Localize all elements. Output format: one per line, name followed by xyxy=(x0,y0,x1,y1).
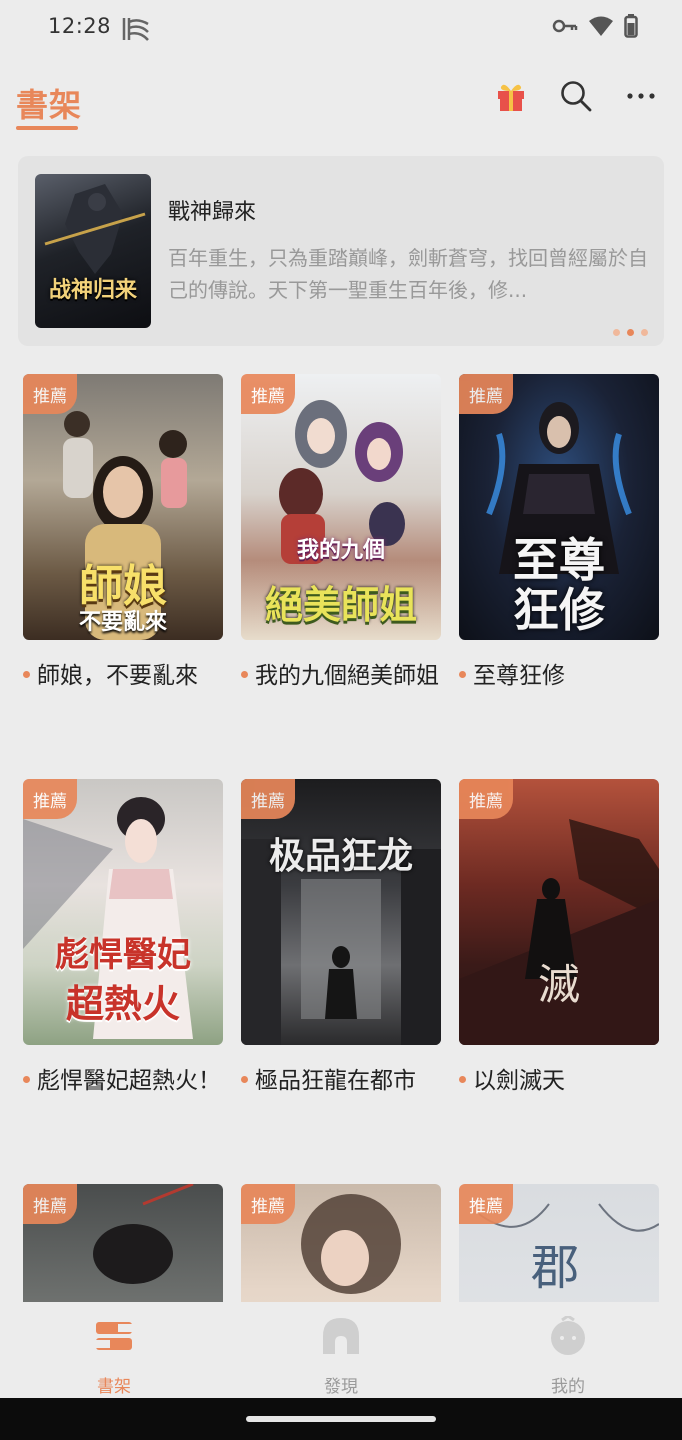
bookshelf-icon xyxy=(96,1322,132,1350)
more-button[interactable] xyxy=(619,74,663,118)
recommend-badge: 推薦 xyxy=(23,1184,77,1224)
nav-bookshelf[interactable]: 書架 xyxy=(64,1316,164,1397)
nav-profile[interactable]: 我的 xyxy=(518,1314,618,1397)
search-icon xyxy=(561,81,592,112)
recommend-badge: 推薦 xyxy=(459,1184,513,1224)
recommend-badge: 推薦 xyxy=(23,779,77,819)
book-title: 彪悍醫妃超熱火！ xyxy=(23,1063,223,1099)
bottom-nav: 書架 發現 我的 xyxy=(0,1302,682,1398)
book-cover[interactable]: 滅 推薦 xyxy=(459,779,659,1045)
book-cover[interactable]: 郡 推薦 xyxy=(459,1184,659,1302)
book-card[interactable]: 推薦 xyxy=(241,1184,441,1302)
book-grid: 推薦 師娘 不要亂來 師娘，不要亂來 推薦 我的九個 絕美師姐 我的九個絕美師姐 xyxy=(0,372,682,1302)
recommend-badge: 推薦 xyxy=(241,779,295,819)
cover-subtitle: 不要亂來 xyxy=(78,609,167,635)
pager-dot xyxy=(641,329,648,336)
book-card[interactable]: 郡 推薦 xyxy=(459,1184,659,1302)
book-title: 至尊狂修 xyxy=(459,658,659,694)
pager-dot xyxy=(613,329,620,336)
book-card[interactable]: 推薦 xyxy=(23,1184,223,1302)
nav-discover[interactable]: 發現 xyxy=(291,1316,391,1397)
book-card[interactable]: 推薦 師娘 不要亂來 師娘，不要亂來 xyxy=(23,374,223,694)
book-cover[interactable]: 推薦 師娘 不要亂來 xyxy=(23,374,223,640)
featured-banner[interactable]: 战神归来 戰神歸來 百年重生，只為重踏巔峰，劍斬蒼穹，找回曾經屬於自己的傳說。天… xyxy=(18,156,664,346)
status-icons xyxy=(552,14,638,38)
recommend-badge: 推薦 xyxy=(241,1184,295,1224)
book-card[interactable]: 推薦 我的九個 絕美師姐 我的九個絕美師姐 xyxy=(241,374,441,694)
cover-title: 极品狂龙 xyxy=(268,835,413,877)
book-title: 我的九個絕美師姐 xyxy=(241,658,441,694)
svg-text:滅: 滅 xyxy=(538,960,580,1009)
tab-bookshelf[interactable]: 書架 xyxy=(16,80,82,126)
tab-indicator xyxy=(16,126,78,130)
pager-dot xyxy=(627,329,634,336)
recommend-badge: 推薦 xyxy=(459,374,513,414)
svg-text:郡: 郡 xyxy=(531,1240,579,1296)
book-cover[interactable]: 推薦 彪悍醫妃 超熱火 xyxy=(23,779,223,1045)
home-gesture-handle[interactable] xyxy=(246,1416,436,1422)
book-cover[interactable]: 推薦 我的九個 絕美師姐 xyxy=(241,374,441,640)
banner-cover-title: 战神归来 xyxy=(48,277,137,303)
book-title: 極品狂龍在都市 xyxy=(241,1063,441,1099)
wifi-icon xyxy=(589,16,613,36)
vpn-key-icon xyxy=(552,19,578,33)
recommend-badge: 推薦 xyxy=(459,779,513,819)
cover-subtitle: 我的九個 xyxy=(296,537,385,563)
book-card[interactable]: 推薦 至尊 狂修 至尊狂修 xyxy=(459,374,659,694)
book-card[interactable]: 滅 推薦 以劍滅天 xyxy=(459,779,659,1099)
cover-title: 絕美師姐 xyxy=(264,582,417,627)
book-cover[interactable]: 推薦 极品狂龙 xyxy=(241,779,441,1045)
nav-label: 我的 xyxy=(551,1377,585,1397)
nav-label: 發現 xyxy=(324,1377,358,1397)
banner-cover[interactable]: 战神归来 xyxy=(35,174,151,328)
banner-cover-art xyxy=(44,184,146,274)
banner-pager xyxy=(613,329,648,336)
system-gesture-bar xyxy=(0,1398,682,1440)
status-bar: 12:28 xyxy=(0,0,682,56)
battery-icon xyxy=(624,14,638,38)
book-card[interactable]: 推薦 极品狂龙 極品狂龍在都市 xyxy=(241,779,441,1099)
recommend-badge: 推薦 xyxy=(241,374,295,414)
gift-icon xyxy=(498,84,524,111)
nav-label: 書架 xyxy=(97,1377,131,1397)
book-cover[interactable]: 推薦 至尊 狂修 xyxy=(459,374,659,640)
header: 書架 xyxy=(0,60,682,140)
status-time: 12:28 xyxy=(48,14,112,38)
cover-title: 彪悍醫妃 xyxy=(55,935,191,975)
gift-button[interactable] xyxy=(489,74,533,118)
book-cover[interactable]: 推薦 xyxy=(241,1184,441,1302)
book-card[interactable]: 推薦 彪悍醫妃 超熱火 彪悍醫妃超熱火！ xyxy=(23,779,223,1099)
recommend-badge: 推薦 xyxy=(23,374,77,414)
book-title: 師娘，不要亂來 xyxy=(23,658,223,694)
profile-icon xyxy=(551,1314,585,1355)
cover-subtitle: 狂修 xyxy=(513,583,605,637)
book-title: 以劍滅天 xyxy=(459,1063,659,1099)
banner-description: 百年重生，只為重踏巔峰，劍斬蒼穹，找回曾經屬於自己的傳說。天下第一聖重生百年後，… xyxy=(168,246,648,302)
app-notification-icon xyxy=(122,18,149,41)
book-cover[interactable]: 推薦 xyxy=(23,1184,223,1302)
search-button[interactable] xyxy=(554,74,598,118)
more-icon xyxy=(627,93,655,99)
cover-subtitle: 超熱火 xyxy=(65,981,180,1026)
discover-icon xyxy=(323,1318,359,1354)
banner-title: 戰神歸來 xyxy=(168,200,257,225)
